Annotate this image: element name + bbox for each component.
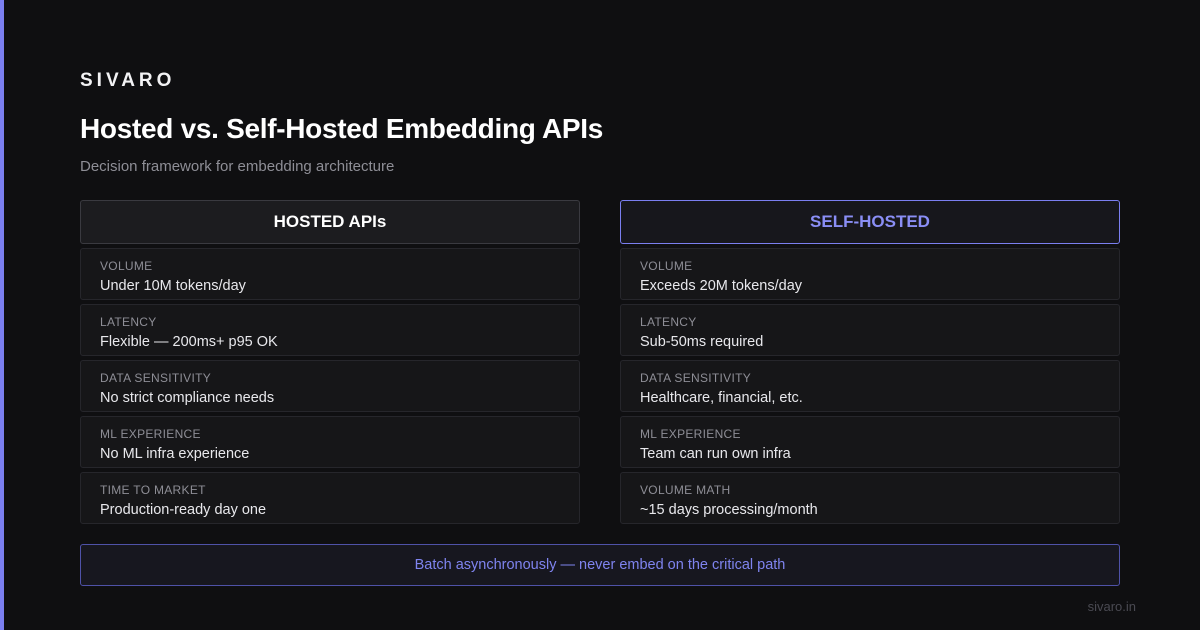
hosted-row-latency: LATENCY Flexible — 200ms+ p95 OK <box>80 304 580 356</box>
row-label: DATA SENSITIVITY <box>640 371 752 385</box>
self-hosted-column: SELF-HOSTED VOLUME Exceeds 20M tokens/da… <box>620 200 1120 524</box>
brand-logo-text: SIVARO <box>80 70 176 91</box>
hosted-column: HOSTED APIs VOLUME Under 10M tokens/day … <box>80 200 580 524</box>
footer-domain: sivaro.in <box>1087 599 1136 614</box>
self-hosted-row-volume-math: VOLUME MATH ~15 days processing/month <box>620 472 1120 524</box>
hosted-row-volume: VOLUME Under 10M tokens/day <box>80 248 580 300</box>
row-value: Flexible — 200ms+ p95 OK <box>100 334 278 350</box>
row-label: TIME TO MARKET <box>100 483 206 497</box>
page-title: Hosted vs. Self-Hosted Embedding APIs <box>80 113 604 144</box>
hosted-row-data-sensitivity: DATA SENSITIVITY No strict compliance ne… <box>80 360 580 412</box>
self-hosted-row-volume: VOLUME Exceeds 20M tokens/day <box>620 248 1120 300</box>
row-label: LATENCY <box>640 315 697 329</box>
row-value: ~15 days processing/month <box>640 502 818 518</box>
row-value: Sub-50ms required <box>640 334 764 350</box>
row-value: Under 10M tokens/day <box>100 278 246 294</box>
self-hosted-column-header: SELF-HOSTED <box>620 200 1120 244</box>
row-value: No ML infra experience <box>100 446 250 462</box>
row-label: LATENCY <box>100 315 157 329</box>
row-label: VOLUME <box>640 259 693 273</box>
row-value: Team can run own infra <box>640 446 791 462</box>
slide: SIVARO Hosted vs. Self-Hosted Embedding … <box>0 0 1200 630</box>
row-value: Production-ready day one <box>100 502 267 518</box>
page-subtitle: Decision framework for embedding archite… <box>80 158 395 175</box>
row-label: DATA SENSITIVITY <box>100 371 212 385</box>
hosted-row-time-to-market: TIME TO MARKET Production-ready day one <box>80 472 580 524</box>
row-value: Exceeds 20M tokens/day <box>640 278 803 294</box>
row-value: Healthcare, financial, etc. <box>640 390 803 406</box>
hosted-row-ml-experience: ML EXPERIENCE No ML infra experience <box>80 416 580 468</box>
hosted-column-header: HOSTED APIs <box>80 200 580 244</box>
accent-bar <box>0 0 4 630</box>
callout-banner: Batch asynchronously — never embed on th… <box>80 544 1120 586</box>
row-label: ML EXPERIENCE <box>640 427 741 441</box>
self-hosted-row-ml-experience: ML EXPERIENCE Team can run own infra <box>620 416 1120 468</box>
row-value: No strict compliance needs <box>100 390 275 406</box>
self-hosted-row-latency: LATENCY Sub-50ms required <box>620 304 1120 356</box>
self-hosted-row-data-sensitivity: DATA SENSITIVITY Healthcare, financial, … <box>620 360 1120 412</box>
row-label: VOLUME <box>100 259 153 273</box>
row-label: ML EXPERIENCE <box>100 427 201 441</box>
row-label: VOLUME MATH <box>640 483 731 497</box>
